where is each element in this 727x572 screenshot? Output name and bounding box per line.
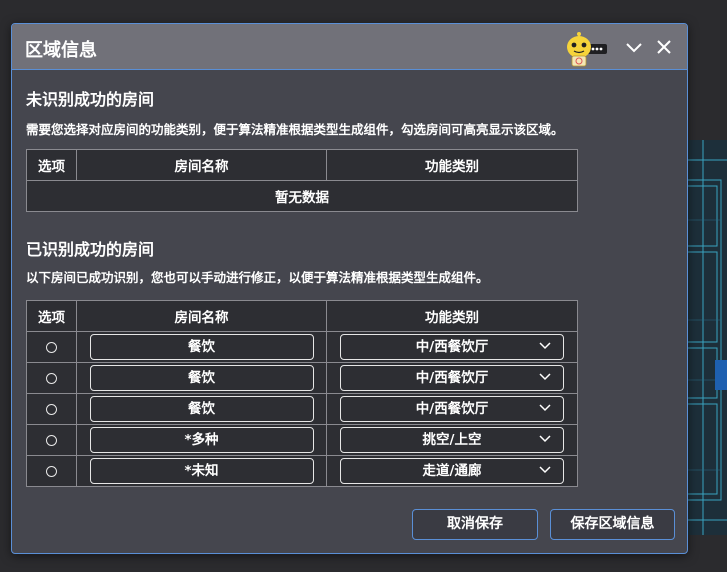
unrecognized-section-title: 未识别成功的房间 xyxy=(26,90,155,109)
dialog-title: 区域信息 xyxy=(25,40,97,61)
room-radio[interactable] xyxy=(46,465,57,477)
chevron-down-icon xyxy=(539,466,551,474)
option-cell xyxy=(26,362,77,394)
function-category-select[interactable]: 中/西餐饮厅 xyxy=(340,365,564,391)
function-category-select[interactable]: 中/西餐饮厅 xyxy=(340,396,564,422)
function-category-cell: 挑空/上空 xyxy=(326,424,578,456)
room-radio[interactable] xyxy=(46,434,57,446)
room-name-button[interactable]: *多种 xyxy=(89,427,314,453)
unrecognized-section-description: 需要您选择对应房间的功能类别，便于算法精准根据类型生成组件，勾选房间可高亮显示该… xyxy=(26,122,564,137)
table-row: *多种 挑空/上空 xyxy=(26,424,578,456)
room-radio[interactable] xyxy=(46,403,57,415)
room-name-button[interactable]: 餐饮 xyxy=(89,334,314,360)
room-name-button[interactable]: 餐饮 xyxy=(89,365,314,391)
empty-row: 暂无数据 xyxy=(26,180,578,212)
function-category-select[interactable]: 挑空/上空 xyxy=(340,427,564,453)
table-row: 餐饮 中/西餐饮厅 xyxy=(26,362,578,394)
function-category-cell: 中/西餐饮厅 xyxy=(326,331,578,363)
column-header-room-name: 房间名称 xyxy=(76,149,327,181)
function-category-select[interactable]: 中/西餐饮厅 xyxy=(340,334,564,360)
function-category-cell: 中/西餐饮厅 xyxy=(326,362,578,394)
room-radio[interactable] xyxy=(46,341,57,353)
region-info-dialog: 区域信息 未识别成功的房间 需要您选择对应房间的功能类别，便于算法精准根据类型生… xyxy=(11,23,688,554)
recognized-section-title: 已识别成功的房间 xyxy=(26,240,155,259)
unrecognized-rooms-table: 选项 房间名称 功能类别 暂无数据 xyxy=(26,149,578,212)
column-header-function-category: 功能类别 xyxy=(326,149,578,181)
column-header-room-name: 房间名称 xyxy=(76,300,327,332)
chevron-down-icon xyxy=(539,342,551,350)
table-row: 餐饮 中/西餐饮厅 xyxy=(26,331,578,363)
room-name-cell: *多种 xyxy=(76,424,327,456)
column-header-option: 选项 xyxy=(26,149,77,181)
table-row: *未知 走道/通廊 xyxy=(26,455,578,487)
function-category-value: 走道/通廊 xyxy=(422,463,482,479)
table-header-row: 选项 房间名称 功能类别 xyxy=(26,300,578,332)
dialog-titlebar: 区域信息 xyxy=(12,24,687,70)
option-cell xyxy=(26,393,77,425)
empty-placeholder: 暂无数据 xyxy=(26,180,578,212)
chevron-down-icon xyxy=(539,373,551,381)
room-radio[interactable] xyxy=(46,372,57,384)
room-name-cell: *未知 xyxy=(76,455,327,487)
chevron-down-icon xyxy=(539,404,551,412)
function-category-value: 挑空/上空 xyxy=(422,432,482,448)
option-cell xyxy=(26,424,77,456)
function-category-cell: 走道/通廊 xyxy=(326,455,578,487)
function-category-value: 中/西餐饮厅 xyxy=(415,370,489,386)
table-row: 餐饮 中/西餐饮厅 xyxy=(26,393,578,425)
room-name-button[interactable]: *未知 xyxy=(89,458,314,484)
room-name-cell: 餐饮 xyxy=(76,362,327,394)
column-header-option: 选项 xyxy=(26,300,77,332)
room-name-cell: 餐饮 xyxy=(76,393,327,425)
function-category-cell: 中/西餐饮厅 xyxy=(326,393,578,425)
chevron-down-icon xyxy=(539,435,551,443)
save-region-info-button[interactable]: 保存区域信息 xyxy=(550,509,675,540)
recognized-rooms-table: 选项 房间名称 功能类别 餐饮 中/西餐饮厅 餐饮 中/西餐饮厅 餐饮 中/西餐… xyxy=(26,300,578,487)
close-icon[interactable] xyxy=(653,36,675,58)
function-category-value: 中/西餐饮厅 xyxy=(415,401,489,417)
option-cell xyxy=(26,331,77,363)
recognized-section-description: 以下房间已成功识别，您也可以手动进行修正，以便于算法精准根据类型生成组件。 xyxy=(26,270,489,285)
function-category-select[interactable]: 走道/通廊 xyxy=(340,458,564,484)
chevron-down-icon[interactable] xyxy=(623,36,645,58)
cancel-save-button[interactable]: 取消保存 xyxy=(412,509,538,540)
table-header-row: 选项 房间名称 功能类别 xyxy=(26,149,578,181)
function-category-value: 中/西餐饮厅 xyxy=(415,339,489,355)
robot-mascot-icon[interactable] xyxy=(563,30,613,68)
room-name-button[interactable]: 餐饮 xyxy=(89,396,314,422)
column-header-function-category: 功能类别 xyxy=(326,300,578,332)
room-name-cell: 餐饮 xyxy=(76,331,327,363)
option-cell xyxy=(26,455,77,487)
